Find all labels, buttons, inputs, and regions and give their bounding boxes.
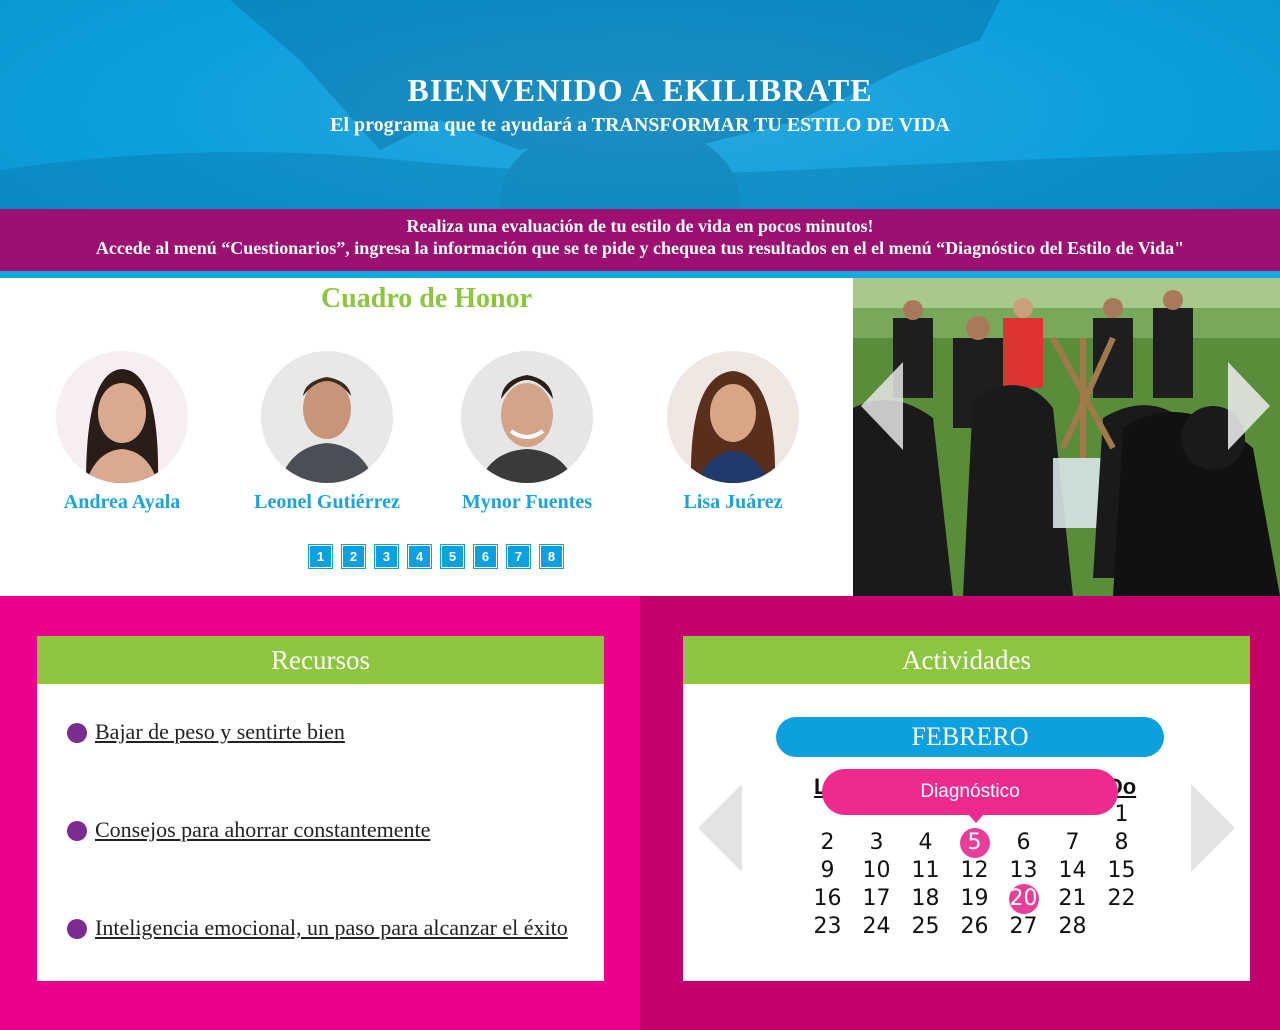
calendar-day-event[interactable]: 5 xyxy=(950,828,999,858)
hero-subtitle: El programa que te ayudará a TRANSFORMAR… xyxy=(330,114,950,136)
calendar-day[interactable]: 15 xyxy=(1097,857,1146,885)
page-button[interactable]: 4 xyxy=(408,545,431,568)
resource-item: Consejos para ahorrar constantemente xyxy=(67,816,577,844)
calendar-day[interactable]: 27 xyxy=(999,913,1048,941)
resource-item: Bajar de peso y sentirte bien xyxy=(67,718,577,746)
bullet-icon xyxy=(67,821,87,841)
calendar-day[interactable]: 17 xyxy=(852,885,901,913)
calendar-day[interactable]: 18 xyxy=(901,885,950,913)
resource-link[interactable]: Bajar de peso y sentirte bien xyxy=(95,718,345,746)
honor-person[interactable]: Mynor Fuentes xyxy=(427,351,627,514)
resource-link[interactable]: Inteligencia emocional, un paso para alc… xyxy=(95,914,568,942)
page-button[interactable]: 7 xyxy=(507,545,530,568)
calendar-day[interactable]: 25 xyxy=(901,913,950,941)
resource-item: Inteligencia emocional, un paso para alc… xyxy=(67,914,577,942)
slider-photo xyxy=(853,278,1280,596)
photo-slider xyxy=(853,278,1280,596)
honor-person[interactable]: Andrea Ayala xyxy=(22,351,222,514)
honor-section: Cuadro de Honor Andrea Ayala Leonel Guti… xyxy=(0,278,853,596)
person-name: Leonel Gutiérrez xyxy=(254,491,400,513)
hero-title: BIENVENIDO A EKILIBRATE xyxy=(407,72,873,108)
recursos-card: Recursos Bajar de peso y sentirte bien C… xyxy=(37,636,604,981)
banner-line-2: Accede al menú “Cuestionarios”, ingresa … xyxy=(95,238,1185,258)
day-number: 20 xyxy=(1009,886,1038,911)
page-button[interactable]: 2 xyxy=(342,545,365,568)
evaluation-banner: Realiza una evaluación de tu estilo de v… xyxy=(0,209,1280,271)
bullet-icon xyxy=(67,919,87,939)
calendar-day[interactable]: 24 xyxy=(852,913,901,941)
calendar-next-arrow[interactable] xyxy=(1191,784,1235,872)
calendar-day[interactable]: 6 xyxy=(999,829,1048,857)
bullet-icon xyxy=(67,723,87,743)
page-button[interactable]: 8 xyxy=(540,545,563,568)
person-name: Andrea Ayala xyxy=(63,491,181,513)
honor-title: Cuadro de Honor xyxy=(320,283,533,314)
calendar-day[interactable]: 21 xyxy=(1048,885,1097,913)
page-button[interactable]: 5 xyxy=(441,545,464,568)
calendar-day[interactable]: 19 xyxy=(950,885,999,913)
calendar-day[interactable]: 3 xyxy=(852,829,901,857)
actividades-section: Actividades FEBRERO LuMaMiJuViSaDo123456… xyxy=(640,596,1280,1030)
actividades-title: Actividades xyxy=(683,636,1250,684)
honor-pagination: 1 2 3 4 5 6 7 8 xyxy=(309,545,563,568)
person-name: Lisa Juárez xyxy=(683,491,783,513)
calendar-day[interactable]: 11 xyxy=(901,857,950,885)
calendar-day[interactable]: 16 xyxy=(803,885,852,913)
calendar-day[interactable]: 7 xyxy=(1048,829,1097,857)
diagnostico-tooltip: Diagnóstico xyxy=(822,769,1118,823)
slider-prev-arrow[interactable] xyxy=(861,362,903,450)
calendar-day[interactable]: 22 xyxy=(1097,885,1146,913)
honor-person[interactable]: Lisa Juárez xyxy=(633,351,833,514)
calendar-month: FEBRERO xyxy=(776,717,1164,757)
resource-link[interactable]: Consejos para ahorrar constantemente xyxy=(95,816,430,844)
divider xyxy=(0,271,1280,278)
calendar-prev-arrow[interactable] xyxy=(698,784,742,872)
calendar-week-row: 23 24 25 26 27 28 xyxy=(803,913,1146,941)
slider-next-arrow[interactable] xyxy=(1228,362,1270,450)
avatar xyxy=(461,351,593,483)
calendar-day[interactable]: 2 xyxy=(803,829,852,857)
calendar-day[interactable]: 4 xyxy=(901,829,950,857)
recursos-section: Recursos Bajar de peso y sentirte bien C… xyxy=(0,596,640,1030)
calendar-day-event[interactable]: 20 xyxy=(999,884,1048,914)
calendar-day[interactable]: 28 xyxy=(1048,913,1097,941)
calendar-week-row: 9 10 11 12 13 14 15 xyxy=(803,857,1146,885)
person-name: Mynor Fuentes xyxy=(461,491,593,513)
calendar-day[interactable]: 14 xyxy=(1048,857,1097,885)
recursos-title: Recursos xyxy=(37,636,604,684)
calendar-day[interactable]: 23 xyxy=(803,913,852,941)
calendar-day[interactable]: 8 xyxy=(1097,829,1146,857)
calendar-week-row: 2345678 xyxy=(803,828,1146,858)
avatar xyxy=(261,351,393,483)
calendar-day[interactable]: 13 xyxy=(999,857,1048,885)
avatar xyxy=(667,351,799,483)
page-button[interactable]: 6 xyxy=(474,545,497,568)
calendar-day[interactable]: 9 xyxy=(803,857,852,885)
calendar-day[interactable]: 10 xyxy=(852,857,901,885)
honor-person[interactable]: Leonel Gutiérrez xyxy=(227,351,427,514)
actividades-card: Actividades FEBRERO LuMaMiJuViSaDo123456… xyxy=(683,636,1250,981)
day-number: 5 xyxy=(967,830,982,855)
calendar-empty-day xyxy=(1097,913,1146,941)
avatar xyxy=(56,351,188,483)
calendar-day[interactable]: 26 xyxy=(950,913,999,941)
page-button[interactable]: 3 xyxy=(375,545,398,568)
banner-line-1: Realiza una evaluación de tu estilo de v… xyxy=(406,216,874,236)
calendar-day[interactable]: 12 xyxy=(950,857,999,885)
page-button[interactable]: 1 xyxy=(309,545,332,568)
calendar-week-row: 16 17 18 19 20 21 22 xyxy=(803,884,1146,914)
